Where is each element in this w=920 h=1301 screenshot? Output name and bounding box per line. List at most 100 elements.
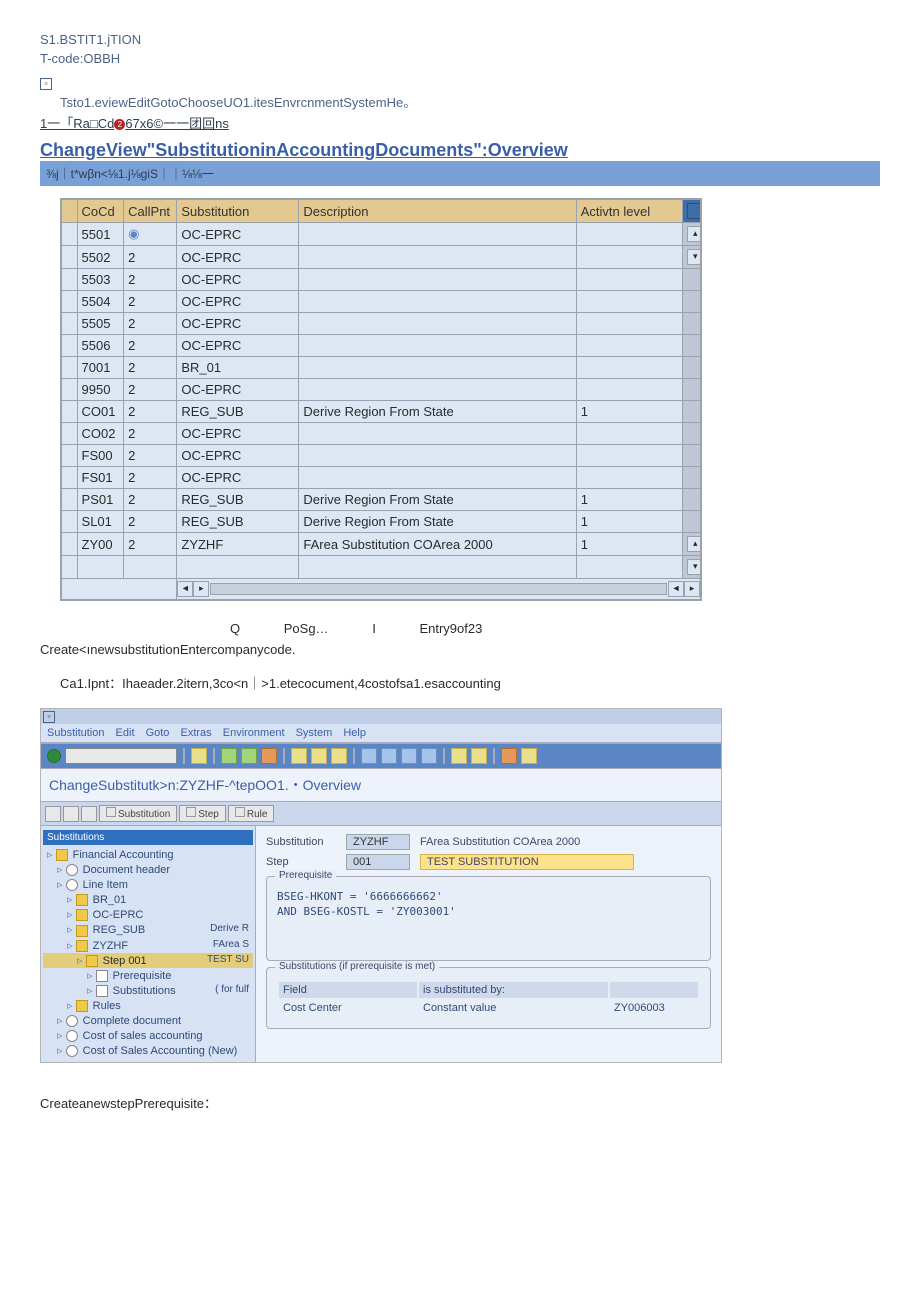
row-selector[interactable]	[62, 335, 78, 357]
cell-description[interactable]	[299, 313, 576, 335]
cell-substitution[interactable]: OC-EPRC	[177, 467, 299, 489]
cell-substitution[interactable]: ZYZHF	[177, 533, 299, 556]
cell-description[interactable]	[299, 269, 576, 291]
table-row[interactable]: FS012OC-EPRC	[62, 467, 701, 489]
vscroll-cell[interactable]	[683, 423, 701, 445]
cell-activation[interactable]: 1	[576, 489, 683, 511]
expand-icon[interactable]: ▹	[67, 894, 76, 906]
table-row[interactable]: 5501◉OC-EPRC▴	[62, 223, 701, 246]
wizard-icon[interactable]	[45, 806, 61, 822]
cell-description[interactable]	[299, 335, 576, 357]
table-row[interactable]: SL012REG_SUBDerive Region From State1	[62, 511, 701, 533]
tree-item[interactable]: ▹ Prerequisite	[43, 968, 253, 983]
table-row[interactable]: ZY002ZYZHFFArea Substitution COArea 2000…	[62, 533, 701, 556]
h-scrollbar[interactable]: ◄ ▸ ◄ ▸	[62, 579, 701, 600]
f4-help-icon[interactable]: ◉	[128, 226, 139, 241]
menu-environment[interactable]: Environment	[223, 727, 285, 739]
cell-cocd[interactable]: 9950	[77, 379, 124, 401]
table-row[interactable]: 99502OC-EPRC	[62, 379, 701, 401]
field-desc-step[interactable]: TEST SUBSTITUTION	[420, 854, 634, 870]
hscroll-right2-icon[interactable]: ▸	[684, 581, 700, 597]
layout-icon[interactable]	[521, 748, 537, 764]
expand-icon[interactable]: ▹	[57, 1030, 66, 1042]
hscroll-right-icon[interactable]: ◄	[668, 581, 684, 597]
row-selector[interactable]	[62, 246, 78, 269]
col-activation[interactable]: Activtn level	[576, 200, 683, 223]
row-selector[interactable]	[62, 556, 78, 579]
cell-substitution[interactable]: OC-EPRC	[177, 445, 299, 467]
print-icon[interactable]	[291, 748, 307, 764]
cell-cocd[interactable]: ZY00	[77, 533, 124, 556]
table-row[interactable]: ▾	[62, 556, 701, 579]
tree-item[interactable]: ▹ Step 001TEST SU	[43, 953, 253, 968]
row-selector[interactable]	[62, 423, 78, 445]
tree-item[interactable]: ▹ Cost of sales accounting	[43, 1028, 253, 1043]
table-row[interactable]: PS012REG_SUBDerive Region From State1	[62, 489, 701, 511]
row-selector[interactable]	[62, 489, 78, 511]
col-substitution[interactable]: Substitution	[177, 200, 299, 223]
cell-callpnt[interactable]	[124, 556, 177, 579]
vscroll-cell[interactable]	[683, 379, 701, 401]
cell-activation[interactable]: 1	[576, 533, 683, 556]
row-selector[interactable]	[62, 533, 78, 556]
scroll-down-icon[interactable]: ▾	[687, 559, 700, 575]
findnext-icon[interactable]	[331, 748, 347, 764]
cell-callpnt[interactable]: 2	[124, 401, 177, 423]
vscroll-cell[interactable]: ▾	[683, 246, 701, 269]
cell-description[interactable]: FArea Substitution COArea 2000	[299, 533, 576, 556]
tree-item[interactable]: ▹ REG_SUBDerive R	[43, 922, 253, 937]
table-row[interactable]: CO012REG_SUBDerive Region From State1	[62, 401, 701, 423]
cell-substitution[interactable]: OC-EPRC	[177, 223, 299, 246]
expand-icon[interactable]: ▹	[87, 985, 96, 997]
tab-substitution[interactable]: Substitution	[99, 805, 177, 822]
menu-extras[interactable]: Extras	[181, 727, 212, 739]
find-icon[interactable]	[311, 748, 327, 764]
cell-substitution[interactable]: OC-EPRC	[177, 335, 299, 357]
vscroll-cell[interactable]	[683, 401, 701, 423]
tab-rule[interactable]: Rule	[228, 805, 275, 822]
row-selector[interactable]	[62, 269, 78, 291]
cell-description[interactable]	[299, 379, 576, 401]
tree-item[interactable]: ▹ Complete document	[43, 1013, 253, 1028]
cell-substitution[interactable]	[177, 556, 299, 579]
delete-icon[interactable]	[81, 806, 97, 822]
cell-description[interactable]	[299, 357, 576, 379]
cell-cocd[interactable]: 5503	[77, 269, 124, 291]
cell-cocd[interactable]: 5501	[77, 223, 124, 246]
col-cocd[interactable]: CoCd	[77, 200, 124, 223]
expand-icon[interactable]: ▹	[87, 970, 96, 982]
cell-cocd[interactable]: 5502	[77, 246, 124, 269]
cell-cocd[interactable]: 7001	[77, 357, 124, 379]
cell-description[interactable]	[299, 467, 576, 489]
hscroll-left-icon[interactable]: ◄	[177, 581, 193, 597]
cell-callpnt[interactable]: 2	[124, 269, 177, 291]
vscroll-cell[interactable]: ▾	[683, 556, 701, 579]
expand-icon[interactable]: ▹	[57, 879, 66, 891]
vscroll-cell[interactable]	[683, 269, 701, 291]
cell-description[interactable]	[299, 246, 576, 269]
tree-item[interactable]: ▹ ZYZHFFArea S	[43, 938, 253, 953]
cell-substitution[interactable]: OC-EPRC	[177, 291, 299, 313]
expand-icon[interactable]: ▹	[57, 1045, 66, 1057]
cell-activation[interactable]: 1	[576, 511, 683, 533]
table-row[interactable]: 55032OC-EPRC	[62, 269, 701, 291]
cell-callpnt[interactable]: 2	[124, 445, 177, 467]
cell-cocd[interactable]: CO01	[77, 401, 124, 423]
vscroll-cell[interactable]	[683, 445, 701, 467]
cell-callpnt[interactable]: 2	[124, 467, 177, 489]
tree-item[interactable]: ▹ Line Item	[43, 877, 253, 892]
shortcut-icon[interactable]	[471, 748, 487, 764]
row-selector[interactable]	[62, 379, 78, 401]
table-row[interactable]: 70012BR_01	[62, 357, 701, 379]
field-val-substitution[interactable]: ZYZHF	[346, 834, 410, 850]
tree-item[interactable]: ▹ Cost of Sales Accounting (New)	[43, 1043, 253, 1058]
table-settings-button[interactable]	[683, 200, 701, 223]
field-val-step[interactable]: 001	[346, 854, 410, 870]
cell-activation[interactable]	[576, 357, 683, 379]
cell-substitution[interactable]: REG_SUB	[177, 511, 299, 533]
tree-item[interactable]: ▹ Document header	[43, 862, 253, 877]
cell-callpnt[interactable]: 2	[124, 357, 177, 379]
row-selector[interactable]	[62, 291, 78, 313]
menu-edit[interactable]: Edit	[116, 727, 135, 739]
menu-goto[interactable]: Goto	[146, 727, 170, 739]
